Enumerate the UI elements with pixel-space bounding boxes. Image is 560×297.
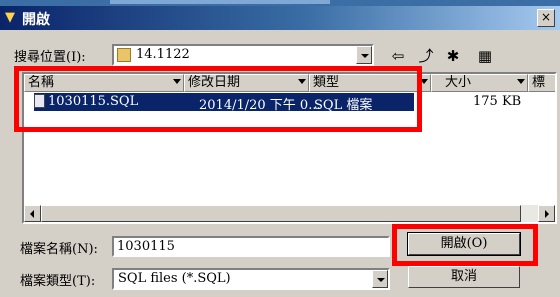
cancel-button[interactable]: 取消 <box>408 266 520 288</box>
new-folder-icon[interactable]: ✱ <box>443 46 463 66</box>
column-header-tags[interactable]: 標 <box>528 74 555 92</box>
column-tags-label: 標 <box>532 75 546 90</box>
close-button[interactable]: × <box>537 9 555 27</box>
views-menu-icon[interactable]: ▦ <box>472 46 498 66</box>
scroll-left-button[interactable] <box>24 205 41 222</box>
chevron-down-icon[interactable] <box>356 46 372 64</box>
scroll-thumb[interactable] <box>41 205 521 222</box>
filename-value: 1030115 <box>117 239 175 254</box>
filetype-label: 檔案類型(T): <box>20 274 96 289</box>
lookin-label: 搜尋位置(I): <box>14 50 86 65</box>
chevron-down-icon[interactable] <box>372 270 388 288</box>
file-size: 175 KB <box>473 94 522 109</box>
folder-icon <box>117 48 131 62</box>
highlight-box-open <box>392 224 538 266</box>
column-header-size[interactable]: 大小 <box>431 74 528 92</box>
title-bar[interactable]: ▼ 開啟 × <box>0 6 560 30</box>
window-title: 開啟 <box>22 12 50 28</box>
background-text-fragment <box>110 0 330 4</box>
lookin-value: 14.1122 <box>136 47 190 62</box>
highlight-box-file <box>14 66 422 132</box>
filename-label: 檔案名稱(N): <box>20 242 98 257</box>
up-folder-icon[interactable]: ⤴ <box>416 46 436 66</box>
horizontal-scrollbar[interactable] <box>24 205 555 222</box>
lookin-dropdown[interactable]: 14.1122 <box>112 44 374 66</box>
column-dropdown-icon[interactable] <box>517 79 525 84</box>
filename-input[interactable]: 1030115 <box>112 236 390 257</box>
back-icon[interactable]: ⇦ <box>388 46 408 66</box>
scroll-right-button[interactable] <box>538 205 555 222</box>
filetype-dropdown[interactable]: SQL files (*.SQL) <box>112 268 390 290</box>
filetype-value: SQL files (*.SQL) <box>118 271 231 286</box>
column-size-label: 大小 <box>445 75 472 90</box>
folder-open-icon: ▼ <box>5 10 15 25</box>
